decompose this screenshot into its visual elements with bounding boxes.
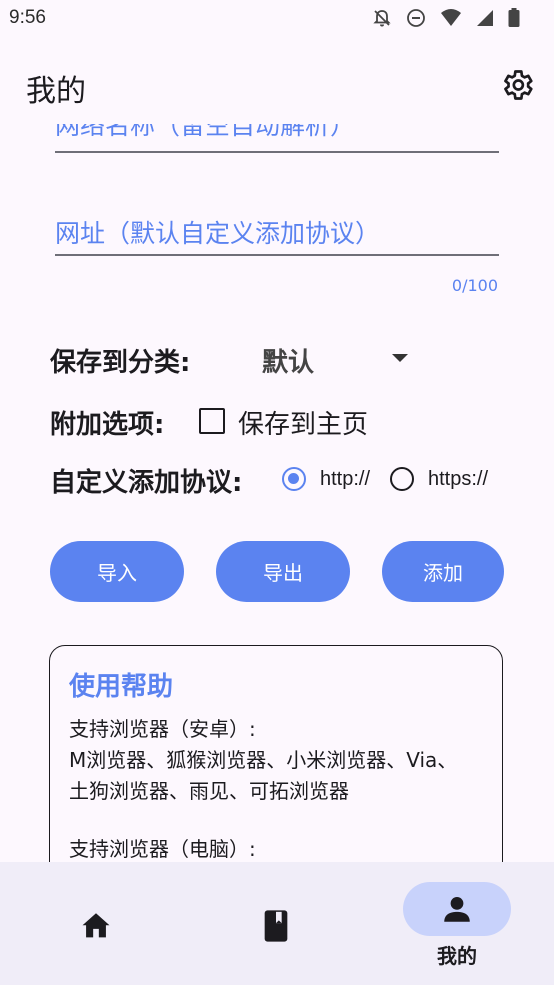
protocol-label: 自定义添加协议: <box>50 468 243 498</box>
dropdown-arrow-icon <box>392 354 408 362</box>
nav-item-home[interactable] <box>6 862 190 985</box>
status-bar: 9:56 <box>0 0 554 40</box>
save-home-label[interactable]: 保存到主页 <box>238 404 368 441</box>
http-radio-label[interactable]: http:// <box>320 468 370 491</box>
battery-icon <box>508 8 520 28</box>
status-time: 9:56 <box>9 7 46 28</box>
status-icons <box>372 8 520 28</box>
help-text-line: 土狗浏览器、雨见、可拓浏览器 <box>69 779 349 803</box>
nav-item-mine[interactable]: 我的 <box>366 862 550 985</box>
bottom-nav: 我的 <box>0 862 554 985</box>
app-bar: 我的 <box>0 56 554 120</box>
category-label: 保存到分类: <box>50 348 191 378</box>
http-radio[interactable] <box>282 467 306 491</box>
export-button[interactable]: 导出 <box>216 541 350 602</box>
category-value: 默认 <box>262 348 315 378</box>
home-icon <box>78 908 114 944</box>
person-icon <box>439 891 475 927</box>
site-name-placeholder: 网络名称（留空自动解析） <box>55 124 356 140</box>
wifi-icon <box>440 8 462 28</box>
add-button[interactable]: 添加 <box>382 541 504 602</box>
site-name-field[interactable]: 网络名称（留空自动解析） <box>55 124 499 153</box>
page-title: 我的 <box>26 74 86 109</box>
cellular-signal-icon <box>476 8 494 28</box>
options-label: 附加选项: <box>50 410 165 440</box>
gear-icon <box>499 67 535 107</box>
settings-button[interactable] <box>496 66 538 108</box>
https-radio[interactable] <box>390 467 414 491</box>
help-card: 使用帮助 支持浏览器（安卓）: M浏览器、狐猴浏览器、小米浏览器、Via、 土狗… <box>49 645 503 862</box>
url-placeholder: 网址（默认自定义添加协议） <box>55 219 381 248</box>
book-icon <box>258 908 294 944</box>
help-text-line: 支持浏览器（电脑）: <box>69 837 256 861</box>
help-title: 使用帮助 <box>69 672 174 702</box>
import-button[interactable]: 导入 <box>50 541 184 602</box>
do-not-disturb-icon <box>406 8 426 28</box>
notifications-off-icon <box>372 8 392 28</box>
content-area: 网络名称（留空自动解析） 网址（默认自定义添加协议） 0/100 保存到分类: … <box>0 124 554 862</box>
nav-label-mine: 我的 <box>437 944 477 968</box>
category-select[interactable]: 默认 <box>262 342 412 378</box>
https-radio-label[interactable]: https:// <box>428 468 488 491</box>
nav-item-book[interactable] <box>186 862 370 985</box>
save-home-checkbox[interactable] <box>199 408 225 434</box>
url-field[interactable]: 网址（默认自定义添加协议） <box>55 208 499 256</box>
char-counter: 0/100 <box>451 276 498 295</box>
help-text-line: M浏览器、狐猴浏览器、小米浏览器、Via、 <box>69 748 458 772</box>
help-text-line: 支持浏览器（安卓）: <box>69 717 256 741</box>
